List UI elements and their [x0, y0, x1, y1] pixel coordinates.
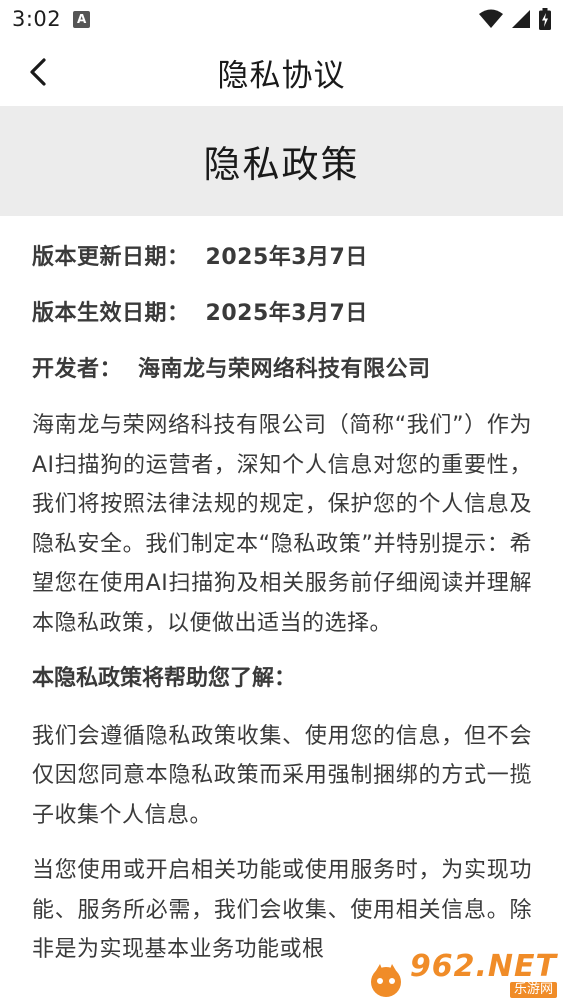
policy-header: 隐私政策 [0, 106, 563, 216]
nav-bar: 隐私协议 [0, 38, 563, 106]
watermark-text: 962.NET 乐游网 [410, 952, 557, 998]
paragraph-collection: 我们会遵循隐私政策收集、使用您的信息，但不会仅因您同意本隐私政策而采用强制捆绑的… [32, 723, 532, 828]
developer: 开发者： 海南龙与荣网络科技有限公司 [32, 348, 532, 404]
wifi-icon [479, 9, 503, 28]
notification-a-icon: A [73, 10, 91, 28]
intro-paragraph: 海南龙与荣网络科技有限公司（简称“我们”）作为AI扫描狗的运营者，深知个人信息对… [32, 413, 532, 636]
watermark-brand: 962.NET [409, 949, 557, 984]
meta-label: 版本更新日期： [32, 245, 190, 270]
battery-icon [539, 8, 551, 30]
page-title: 隐私协议 [217, 57, 346, 94]
meta-label: 开发者： [32, 357, 123, 382]
status-right [479, 8, 551, 30]
meta-label: 版本生效日期： [32, 301, 190, 326]
site-watermark: 962.NET 乐游网 [366, 952, 557, 998]
meta-value: 海南龙与荣网络科技有限公司 [138, 357, 431, 382]
chevron-left-icon [30, 58, 46, 86]
watermark-sub: 乐游网 [509, 982, 557, 998]
policy-content: 版本更新日期： 2025年3月7日 版本生效日期： 2025年3月7日 开发者： 海南… [32, 236, 532, 986]
policy-title: 隐私政策 [203, 143, 360, 186]
watermark-logo-icon [370, 964, 401, 997]
status-left: 3:02 A [12, 7, 91, 31]
version-update-date: 版本更新日期： 2025年3月7日 [32, 236, 532, 292]
section-heading: 本隐私政策将帮助您了解： [32, 666, 297, 691]
signal-icon [512, 10, 530, 28]
status-time: 3:02 [12, 7, 62, 31]
meta-value: 2025年3月7日 [205, 245, 368, 270]
status-bar: 3:02 A [0, 0, 563, 38]
back-button[interactable] [18, 52, 58, 92]
meta-value: 2025年3月7日 [205, 301, 368, 326]
version-effective-date: 版本生效日期： 2025年3月7日 [32, 292, 532, 348]
